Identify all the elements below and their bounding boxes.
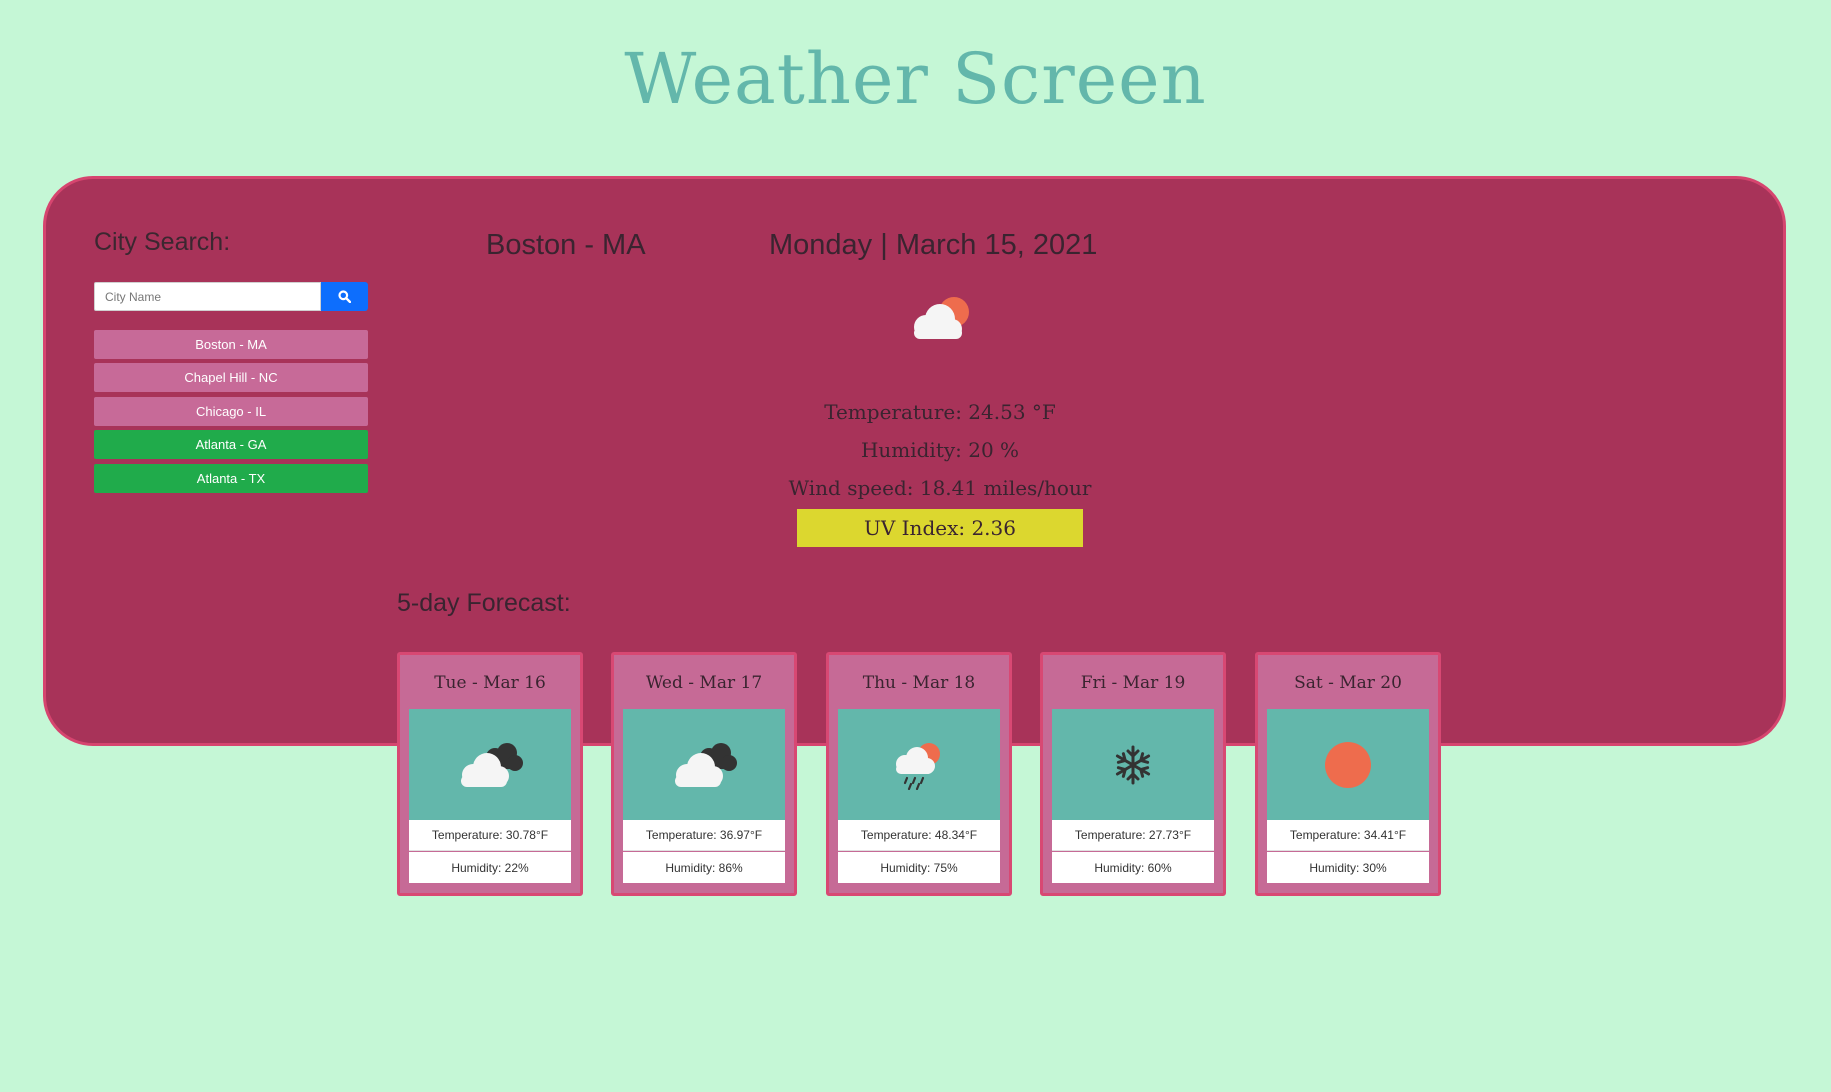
forecast-temperature: Temperature: 27.73°F [1052,820,1214,851]
forecast-temperature: Temperature: 48.34°F [838,820,1000,851]
current-temperature: Temperature: 24.53 °F [824,400,1056,424]
forecast-icon-area [409,709,571,820]
forecast-icon-area [1052,709,1214,820]
forecast-icon-area [838,709,1000,820]
forecast-card: Thu - Mar 18 Temperature: 48.34°F Humidi… [826,652,1012,896]
uv-index-text: UV Index: 2.36 [864,516,1016,540]
rain-icon [896,742,940,790]
forecast-date: Thu - Mar 18 [862,673,976,693]
forecast-temperature: Temperature: 36.97°F [623,820,785,851]
city-history-chapel-hill[interactable]: Chapel Hill - NC [94,363,368,392]
city-history-atlanta-tx[interactable]: Atlanta - TX [94,464,368,493]
city-search-input[interactable] [94,282,321,311]
current-date: Monday | March 15, 2021 [769,229,1098,261]
forecast-date: Fri - Mar 19 [1080,673,1186,693]
current-humidity: Humidity: 20 % [860,438,1020,462]
sun-icon [1325,741,1371,788]
search-icon [338,290,351,303]
overcast-clouds-icon [461,742,523,787]
city-history-boston[interactable]: Boston - MA [94,330,368,359]
forecast-date: Sat - Mar 20 [1294,673,1402,693]
forecast-card: Fri - Mar 19 Temperature: 27.73°F Humidi… [1040,652,1226,896]
forecast-humidity: Humidity: 86% [623,852,785,883]
search-button[interactable] [321,282,368,311]
forecast-card: Wed - Mar 17 Temperature: 36.97°F Humidi… [611,652,797,896]
forecast-date: Tue - Mar 16 [434,673,546,693]
forecast-humidity: Humidity: 60% [1052,852,1214,883]
forecast-humidity: Humidity: 30% [1267,852,1429,883]
forecast-card: Sat - Mar 20 Temperature: 34.41°F Humidi… [1255,652,1441,896]
current-wind-speed: Wind speed: 18.41 miles/hour [788,476,1092,500]
snowflake-icon [1115,745,1151,784]
forecast-icon-area [623,709,785,820]
overcast-clouds-icon [675,742,737,787]
city-search-label: City Search: [94,228,231,256]
forecast-humidity: Humidity: 75% [838,852,1000,883]
forecast-card: Tue - Mar 16 Temperature: 30.78°F Humidi… [397,652,583,896]
forecast-label: 5-day Forecast: [397,589,571,617]
forecast-temperature: Temperature: 34.41°F [1267,820,1429,851]
forecast-humidity: Humidity: 22% [409,852,571,883]
city-history-atlanta-ga[interactable]: Atlanta - GA [94,430,368,459]
current-city-name: Boston - MA [486,229,646,261]
city-history-chicago[interactable]: Chicago - IL [94,397,368,426]
forecast-icon-area [1267,709,1429,820]
uv-index-badge: UV Index: 2.36 [797,509,1083,547]
forecast-date: Wed - Mar 17 [645,673,763,693]
forecast-temperature: Temperature: 30.78°F [409,820,571,851]
partly-cloudy-icon [904,295,974,346]
page-title: Weather Screen [624,38,1207,120]
